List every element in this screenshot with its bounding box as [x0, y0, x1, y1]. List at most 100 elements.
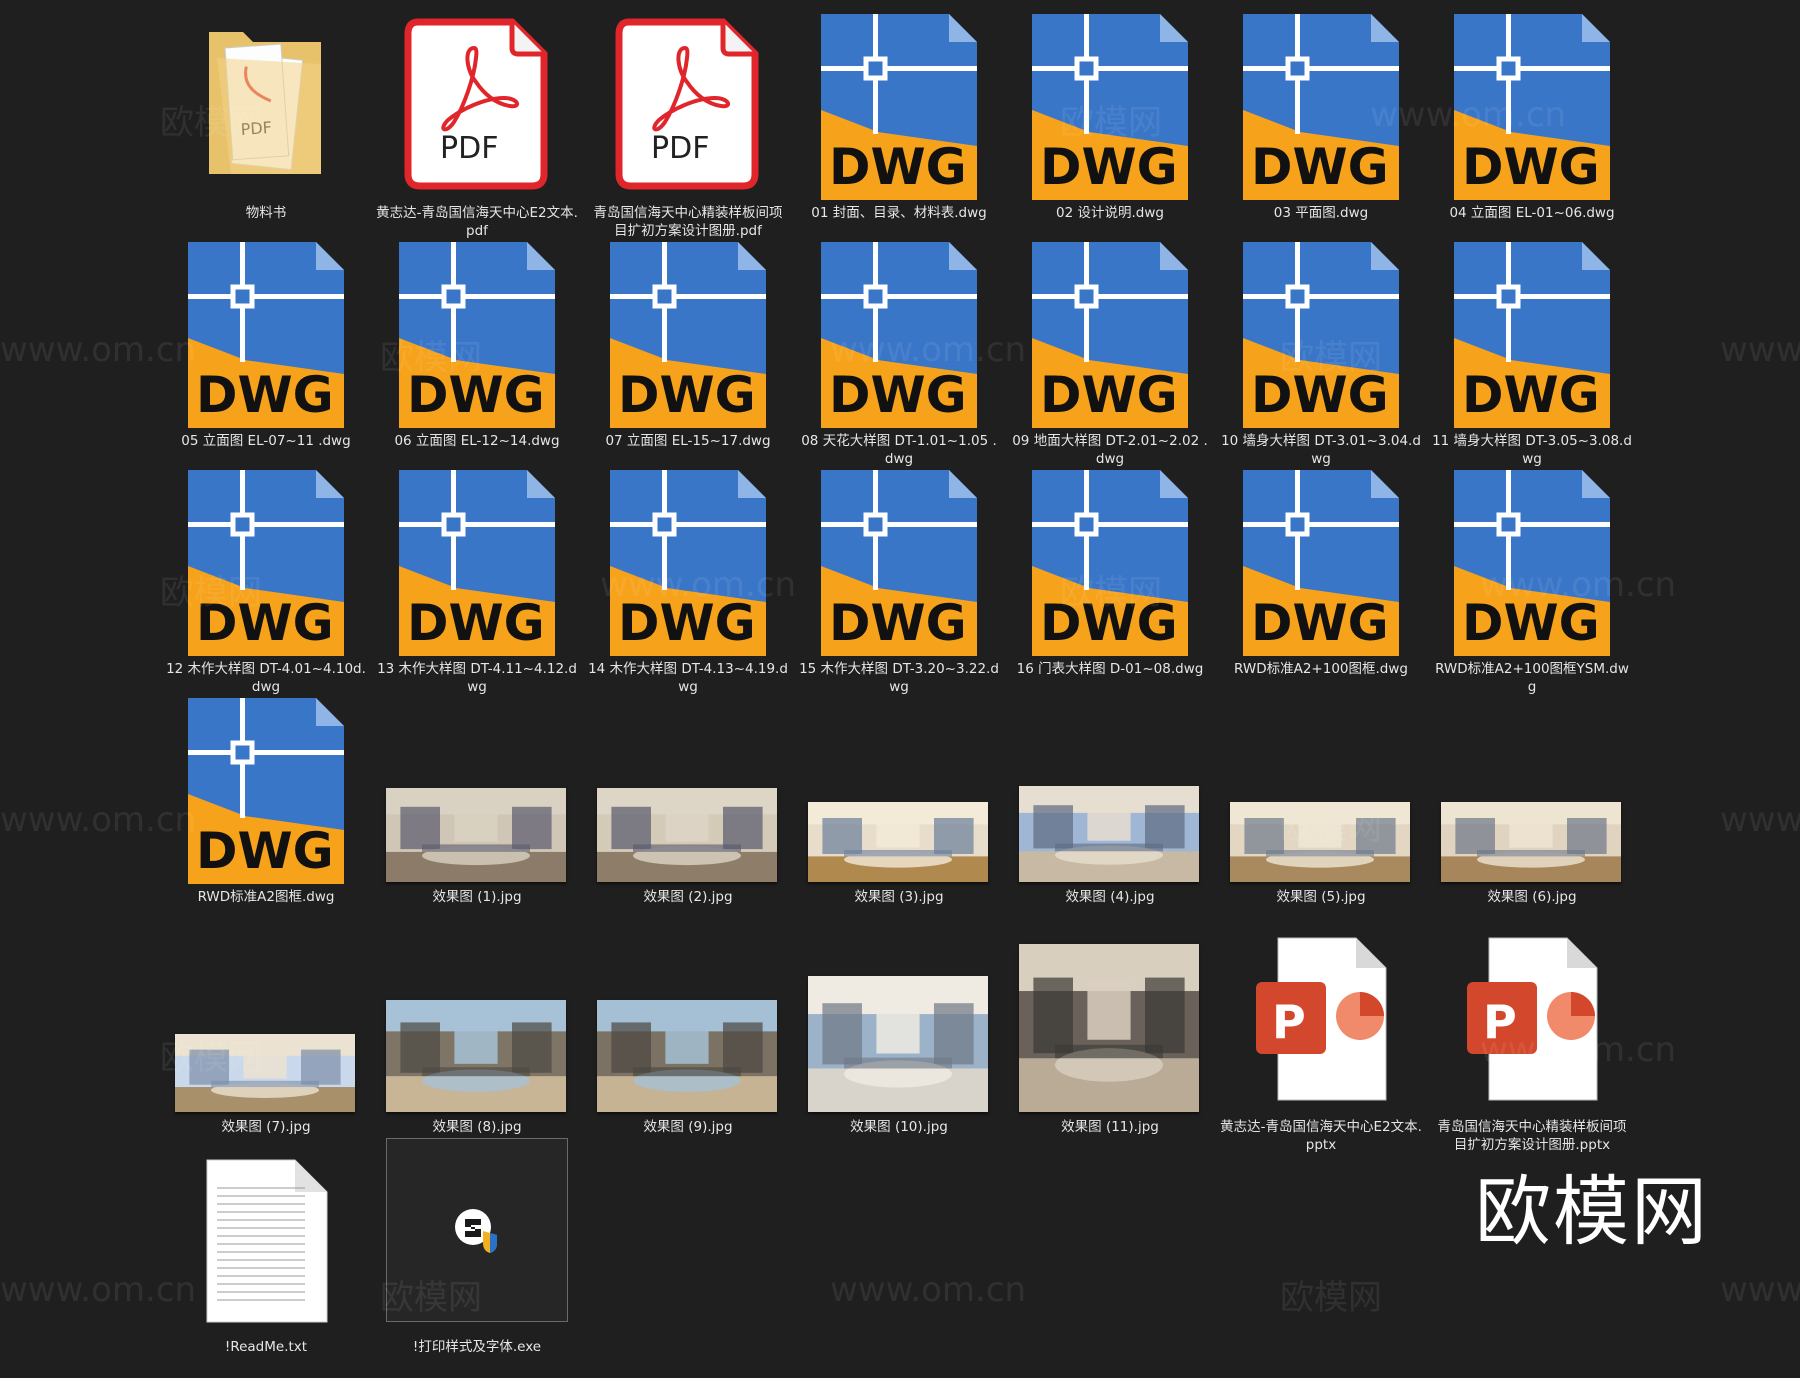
file-item-dwg[interactable]: DWG 13 木作大样图 DT-4.11~4.12.dwg	[374, 460, 580, 700]
file-item-dwg[interactable]: DWG 14 木作大样图 DT-4.13~4.19.dwg	[585, 460, 791, 700]
file-item-jpg[interactable]: 效果图 (2).jpg	[585, 688, 791, 928]
file-item-dwg[interactable]: DWG 09 地面大样图 DT-2.01~2.02 .dwg	[1007, 232, 1213, 472]
file-name-label: 物料书	[245, 205, 287, 221]
file-item-dwg[interactable]: DWG 10 墙身大样图 DT-3.01~3.04.dwg	[1218, 232, 1424, 472]
file-name-label: 效果图 (9).jpg	[643, 1119, 733, 1135]
file-name-label: 01 封面、目录、材料表.dwg	[811, 205, 987, 221]
file-icon-box	[1007, 688, 1213, 882]
pdf-icon: PDF	[404, 18, 548, 190]
file-item-pptx[interactable]: P 黄志达-青岛国信海天中心E2文本.pptx	[1218, 918, 1424, 1158]
file-item-pdf[interactable]: PDF 青岛国信海天中心精装样板间项目扩初方案设计图册.pdf	[585, 4, 791, 244]
file-icon-box	[374, 918, 580, 1112]
file-icon-box: DWG	[796, 460, 1002, 656]
file-name-label: !ReadMe.txt	[224, 1339, 308, 1355]
dwg-icon: DWG	[399, 242, 555, 428]
file-name-label: 05 立面图 EL-07~11 .dwg	[181, 433, 351, 449]
file-item-dwg[interactable]: DWG 05 立面图 EL-07~11 .dwg	[163, 232, 369, 472]
file-icon-box	[163, 918, 369, 1112]
file-item-pdf[interactable]: PDF 黄志达-青岛国信海天中心E2文本.pdf	[374, 4, 580, 244]
file-item-dwg[interactable]: DWG RWD标准A2+100图框.dwg	[1218, 460, 1424, 700]
svg-text:P: P	[1272, 995, 1306, 1049]
file-item-dwg[interactable]: DWG RWD标准A2图框.dwg	[163, 688, 369, 928]
file-icon-box	[1007, 918, 1213, 1112]
svg-text:DWG: DWG	[618, 366, 756, 424]
file-item-dwg[interactable]: DWG 15 木作大样图 DT-3.20~3.22.dwg	[796, 460, 1002, 700]
file-item-jpg[interactable]: 效果图 (8).jpg	[374, 918, 580, 1158]
file-item-dwg[interactable]: DWG 06 立面图 EL-12~14.dwg	[374, 232, 580, 472]
file-item-jpg[interactable]: 效果图 (10).jpg	[796, 918, 1002, 1158]
image-thumbnail	[597, 1000, 777, 1112]
file-name-label: 效果图 (1).jpg	[432, 889, 522, 905]
file-name-label: 02 设计说明.dwg	[1056, 205, 1164, 221]
dwg-icon: DWG	[821, 14, 977, 200]
svg-text:DWG: DWG	[407, 594, 545, 652]
file-item-jpg[interactable]: 效果图 (6).jpg	[1429, 688, 1635, 928]
file-item-dwg[interactable]: DWG 03 平面图.dwg	[1218, 4, 1424, 244]
svg-text:DWG: DWG	[1251, 594, 1389, 652]
file-icon-box: DWG	[585, 460, 791, 656]
file-item-jpg[interactable]: 效果图 (9).jpg	[585, 918, 791, 1158]
file-item-dwg[interactable]: DWG 12 木作大样图 DT-4.01~4.10d.dwg	[163, 460, 369, 700]
file-icon-box	[374, 688, 580, 882]
file-icon-box	[796, 688, 1002, 882]
file-icon-box: P	[1218, 918, 1424, 1112]
file-item-dwg[interactable]: DWG 01 封面、目录、材料表.dwg	[796, 4, 1002, 244]
svg-text:PDF: PDF	[440, 131, 498, 166]
file-item-txt[interactable]: !ReadMe.txt	[163, 1138, 369, 1378]
svg-text:DWG: DWG	[407, 366, 545, 424]
svg-text:DWG: DWG	[829, 138, 967, 196]
svg-text:DWG: DWG	[618, 594, 756, 652]
pptx-icon: P	[1467, 937, 1598, 1101]
file-icon-box	[374, 1138, 580, 1332]
file-item-jpg[interactable]: 效果图 (11).jpg	[1007, 918, 1213, 1158]
svg-text:DWG: DWG	[196, 822, 334, 880]
image-thumbnail	[386, 1000, 566, 1112]
svg-text:DWG: DWG	[1462, 138, 1600, 196]
file-item-dwg[interactable]: DWG 08 天花大样图 DT-1.01~1.05 .dwg	[796, 232, 1002, 472]
file-item-pptx[interactable]: P 青岛国信海天中心精装样板间项目扩初方案设计图册.pptx	[1429, 918, 1635, 1158]
file-icon-box: DWG	[1007, 232, 1213, 428]
file-item-exe[interactable]: !打印样式及字体.exe	[374, 1138, 580, 1378]
file-icon-box: DWG	[585, 232, 791, 428]
file-icon-box: P	[1429, 918, 1635, 1112]
installer-icon	[455, 1209, 497, 1253]
dwg-icon: DWG	[1032, 242, 1188, 428]
file-icon-box: DWG	[1218, 4, 1424, 200]
svg-text:DWG: DWG	[1462, 366, 1600, 424]
selection-frame	[386, 1138, 568, 1322]
svg-text:DWG: DWG	[1040, 594, 1178, 652]
file-name-label: 03 平面图.dwg	[1273, 205, 1369, 221]
file-icon-box: DWG	[374, 460, 580, 656]
file-icon-box: DWG	[1218, 232, 1424, 428]
file-item-dwg[interactable]: DWG 02 设计说明.dwg	[1007, 4, 1213, 244]
watermark-text: www.om.cn	[1720, 800, 1800, 840]
svg-text:DWG: DWG	[196, 594, 334, 652]
svg-text:DWG: DWG	[1251, 366, 1389, 424]
file-item-jpg[interactable]: 效果图 (5).jpg	[1218, 688, 1424, 928]
file-item-dwg[interactable]: DWG RWD标准A2+100图框YSM.dwg	[1429, 460, 1635, 700]
dwg-icon: DWG	[610, 242, 766, 428]
svg-text:DWG: DWG	[196, 366, 334, 424]
svg-text:PDF: PDF	[651, 131, 709, 166]
file-name-label: 效果图 (11).jpg	[1061, 1119, 1159, 1135]
image-thumbnail	[175, 1034, 355, 1112]
file-item-jpg[interactable]: 效果图 (1).jpg	[374, 688, 580, 928]
dwg-icon: DWG	[1243, 14, 1399, 200]
watermark-text: www.om.cn	[1720, 330, 1800, 370]
file-item-dwg[interactable]: DWG 16 门表大样图 D-01~08.dwg	[1007, 460, 1213, 700]
file-item-dwg[interactable]: DWG 07 立面图 EL-15~17.dwg	[585, 232, 791, 472]
file-item-jpg[interactable]: 效果图 (4).jpg	[1007, 688, 1213, 928]
dwg-icon: DWG	[1032, 14, 1188, 200]
file-name-label: 效果图 (4).jpg	[1065, 889, 1155, 905]
watermark-text: 欧模网	[1280, 1278, 1382, 1318]
file-item-jpg[interactable]: 效果图 (3).jpg	[796, 688, 1002, 928]
file-item-dwg[interactable]: DWG 11 墙身大样图 DT-3.05~3.08.dwg	[1429, 232, 1635, 472]
dwg-icon: DWG	[188, 470, 344, 656]
file-item-jpg[interactable]: 效果图 (7).jpg	[163, 918, 369, 1158]
file-item-dwg[interactable]: DWG 04 立面图 EL-01~06.dwg	[1429, 4, 1635, 244]
dwg-icon: DWG	[1454, 14, 1610, 200]
file-item-folder[interactable]: PDF PDF 物料书	[163, 4, 369, 244]
svg-text:DWG: DWG	[829, 366, 967, 424]
dwg-icon: DWG	[399, 470, 555, 656]
watermark-text: www.om.cn	[830, 1270, 1027, 1310]
